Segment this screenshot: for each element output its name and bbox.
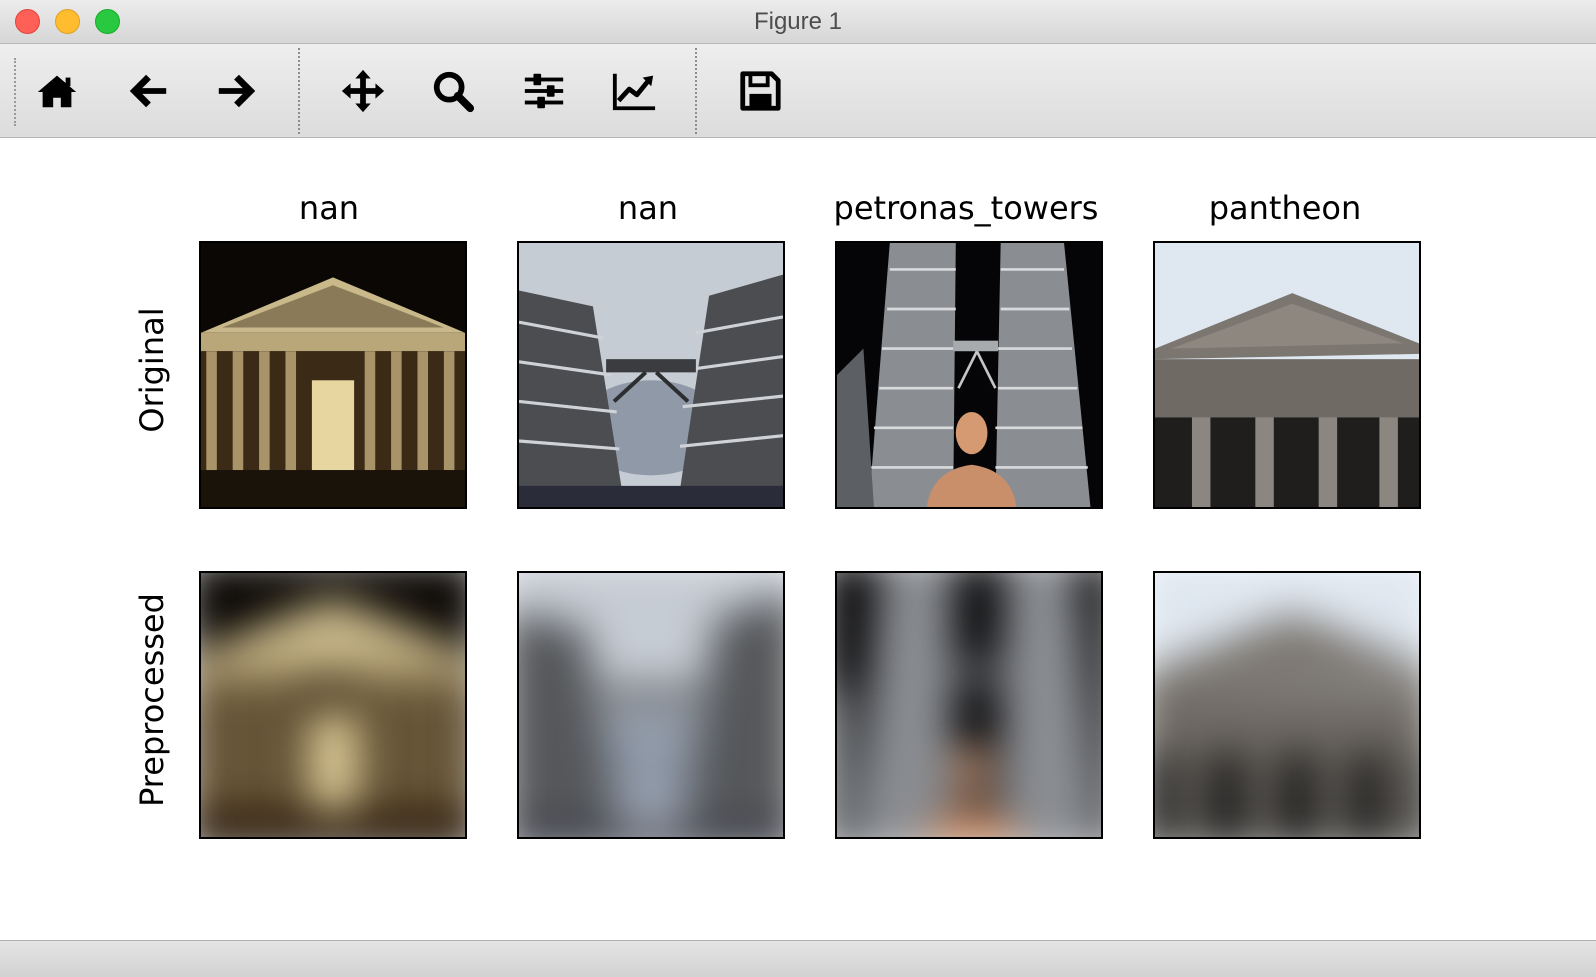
preprocessed-image-petronas-night (835, 571, 1103, 839)
pan-move-icon (341, 69, 385, 113)
original-image-pantheon-night (199, 241, 467, 509)
home-button[interactable] (32, 66, 82, 116)
save-button[interactable] (735, 66, 785, 116)
column-title: pantheon (1208, 189, 1362, 227)
row-label: Preprocessed (133, 593, 171, 807)
status-bar (0, 940, 1596, 977)
toolbar-separator (695, 48, 697, 134)
configure-subplots-icon (524, 73, 564, 109)
save-floppy-icon (740, 71, 781, 111)
home-icon (37, 75, 77, 108)
pan-button[interactable] (338, 66, 388, 116)
toolbar-grip[interactable] (14, 58, 16, 126)
zoom-button[interactable] (428, 66, 478, 116)
original-image-petronas-night (835, 241, 1103, 509)
row-label: Original (133, 307, 171, 433)
preprocessed-image-petronas-day (517, 571, 785, 839)
original-image-petronas-day (517, 241, 785, 509)
window-title: Figure 1 (753, 8, 843, 35)
window-titlebar: Figure 1 (0, 0, 1596, 44)
navigation-toolbar (0, 44, 1596, 138)
forward-button[interactable] (212, 66, 262, 116)
original-image-pantheon-day (1153, 241, 1421, 509)
subplots-button[interactable] (519, 66, 569, 116)
forward-arrow-icon (218, 74, 256, 108)
figure-canvas[interactable]: nan nan petronas_towers pantheon Origina… (0, 138, 1596, 940)
customize-button[interactable] (609, 66, 659, 116)
back-button[interactable] (123, 66, 173, 116)
preprocessed-image-pantheon-night (199, 571, 467, 839)
toolbar-separator (298, 48, 300, 134)
edit-axes-line-icon (612, 73, 656, 111)
back-arrow-icon (129, 74, 167, 108)
preprocessed-image-pantheon-day (1153, 571, 1421, 839)
zoom-magnifier-icon (433, 71, 475, 113)
